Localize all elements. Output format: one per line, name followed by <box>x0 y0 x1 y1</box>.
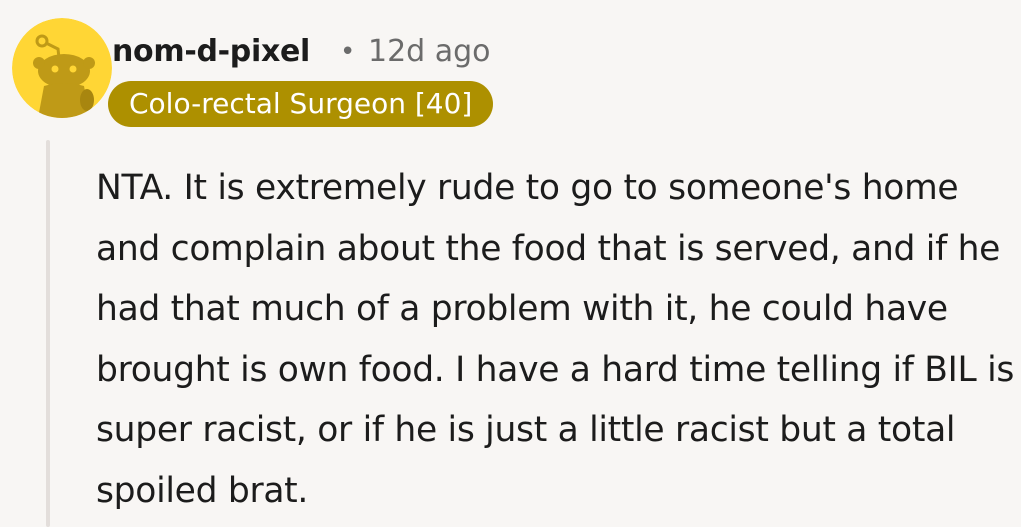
timestamp[interactable]: 12d ago <box>368 32 491 72</box>
username[interactable]: nom-d-pixel <box>112 32 310 72</box>
thread-line[interactable] <box>46 140 50 527</box>
user-flair-badge: Colo-rectal Surgeon [40] <box>108 81 494 127</box>
separator-dot: • <box>340 37 356 67</box>
comment: nom-d-pixel • 12d ago Colo-rectal Surgeo… <box>0 0 1021 527</box>
snoo-avatar-icon[interactable] <box>12 18 112 118</box>
comment-body: NTA. It is extremely rude to go to someo… <box>96 168 1015 511</box>
